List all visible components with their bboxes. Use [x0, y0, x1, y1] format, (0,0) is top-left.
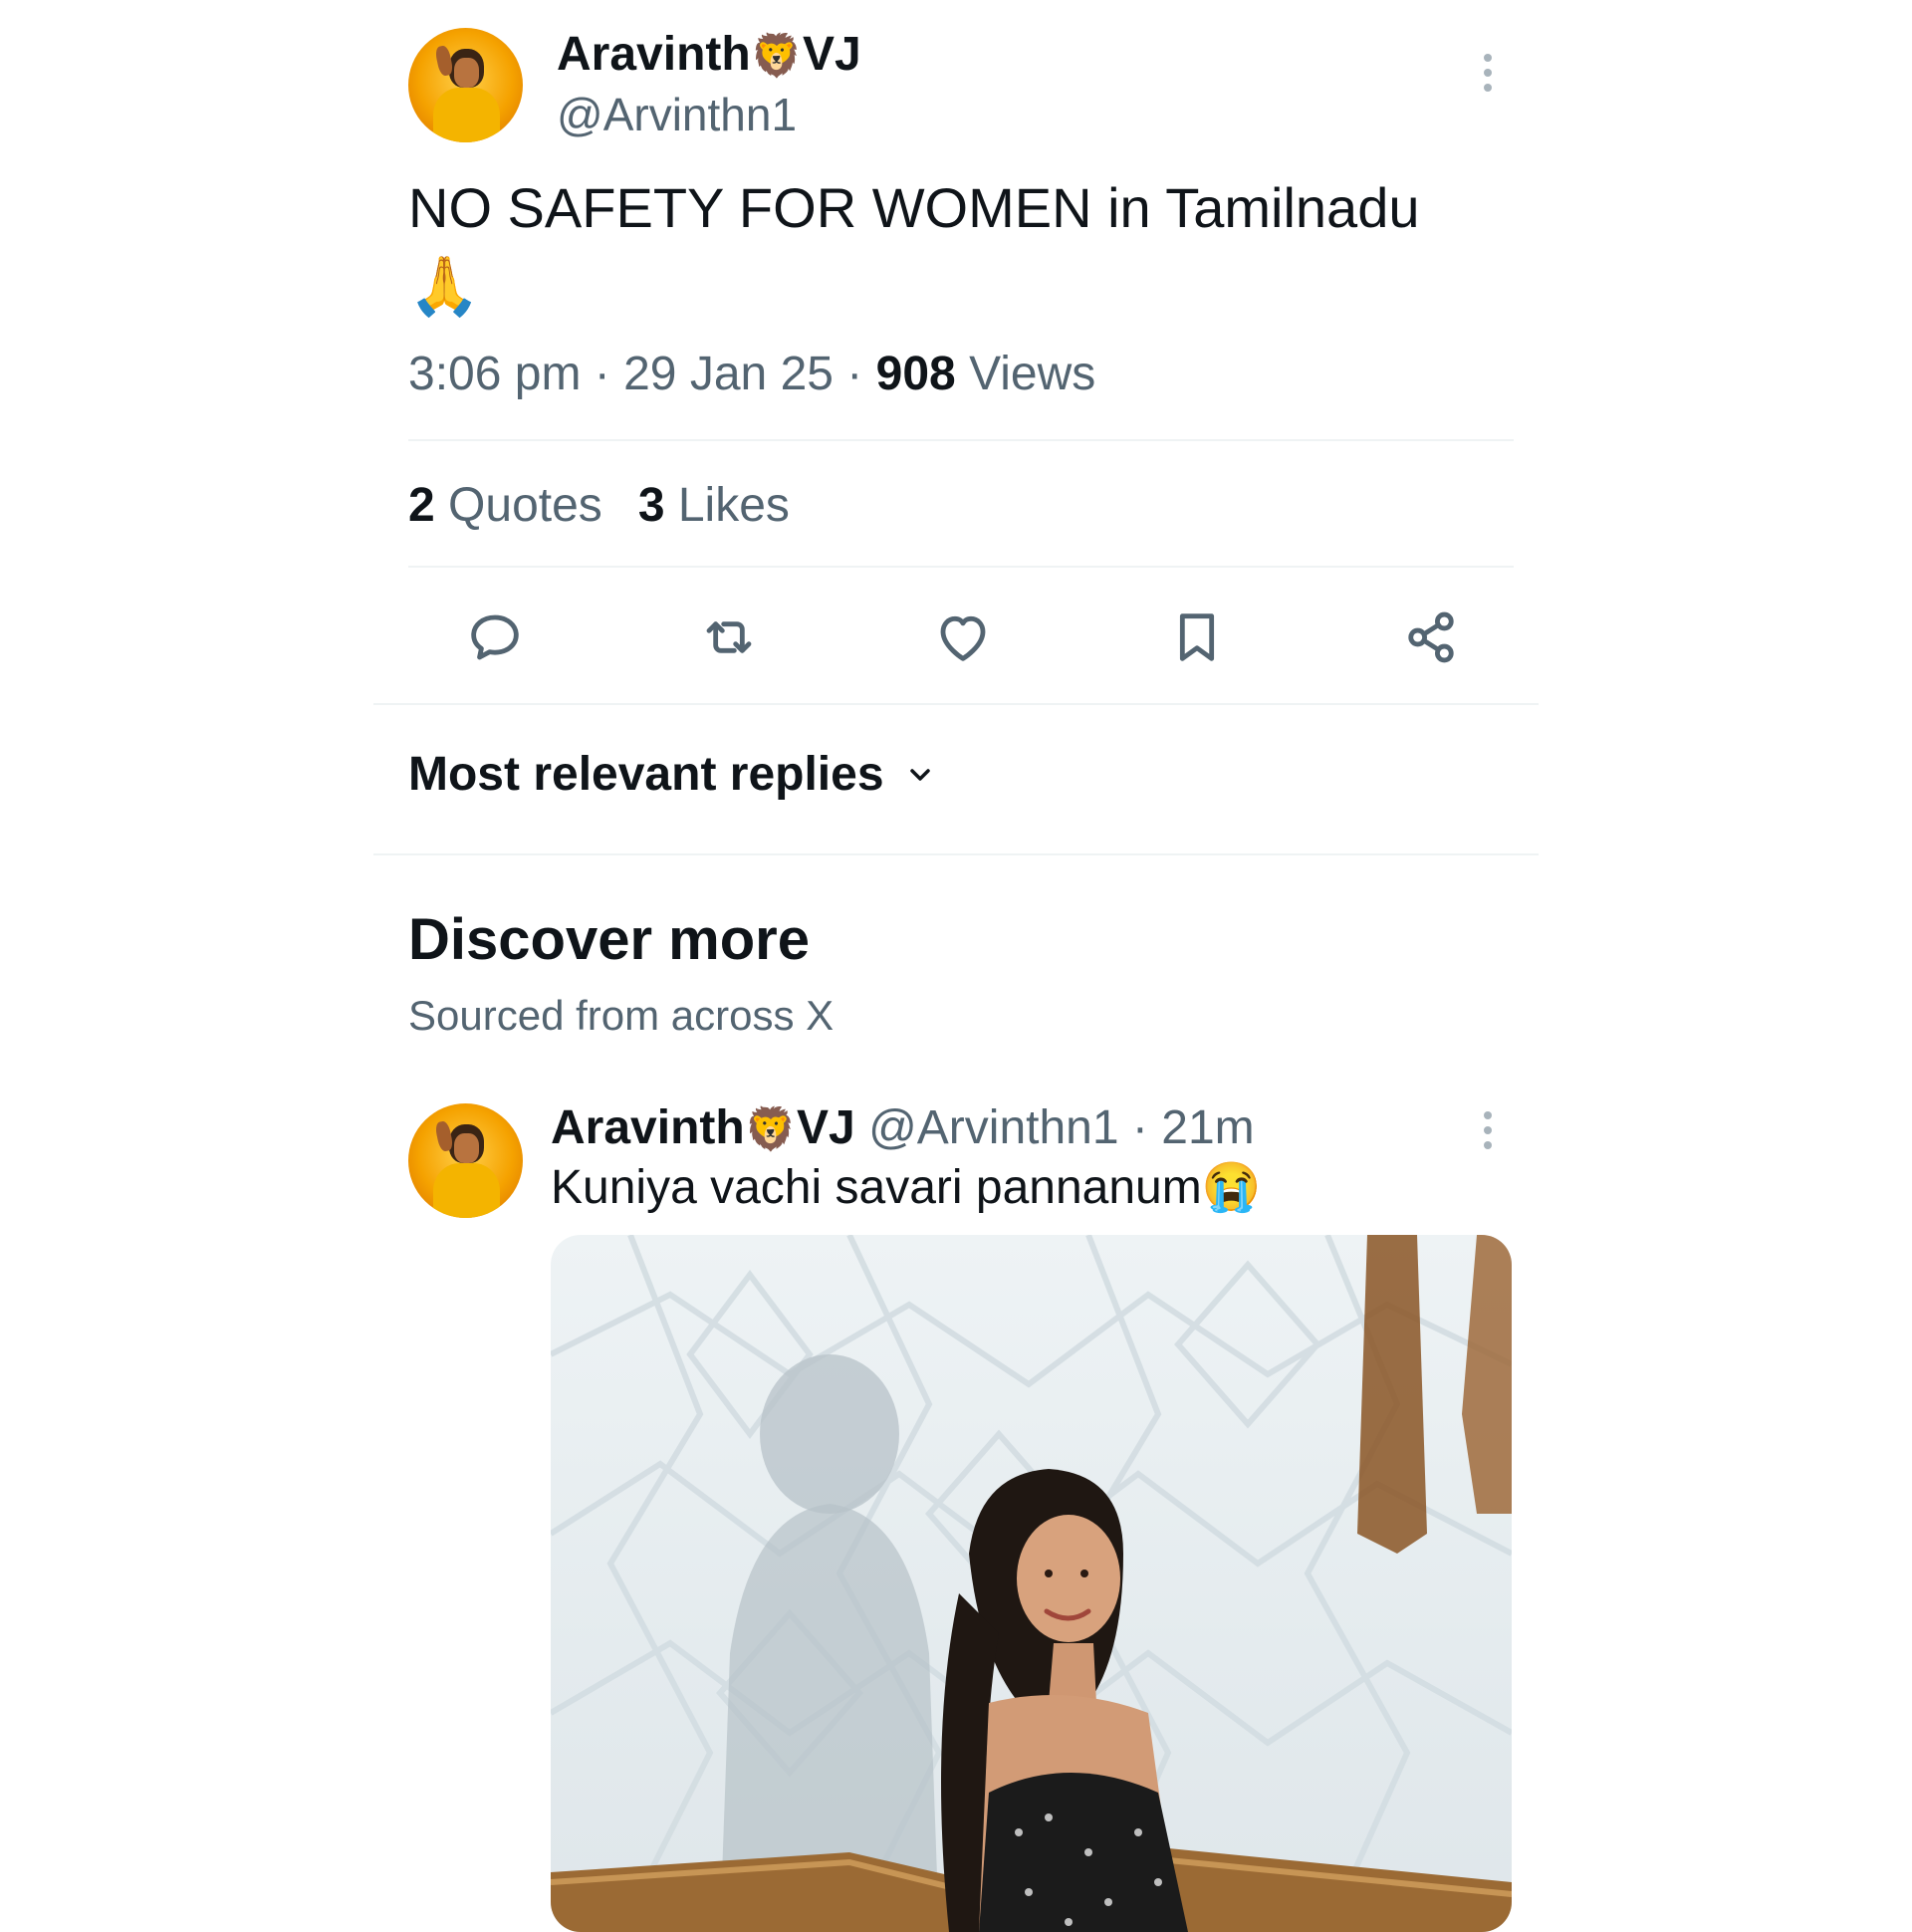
meta-separator: ·	[846, 348, 863, 400]
author-name-text: Aravinth	[557, 28, 751, 81]
views-count: 908	[875, 348, 956, 400]
views-label: Views	[969, 348, 1096, 400]
discover-tweet-text: Kuniya vachi savari pannanum😭	[551, 1159, 1261, 1217]
tweet-date[interactable]: 29 Jan 25	[623, 348, 834, 400]
discover-tweet-photo[interactable]	[551, 1235, 1512, 1932]
divider	[408, 439, 1514, 441]
discover-author-name-suffix: VJ	[797, 1101, 855, 1154]
author-handle[interactable]: @Arvinthn1	[557, 87, 797, 142]
discover-tweet-text-content: Kuniya vachi savari pannanum	[551, 1161, 1202, 1214]
likes-label: Likes	[677, 479, 790, 532]
tweet-detail-column: Aravinth🦁VJ @Arvinthn1 NO SAFETY FOR WOM…	[373, 0, 1539, 1932]
tweet-text: NO SAFETY FOR WOMEN in Tamilnadu	[408, 176, 1420, 239]
meta-separator: ·	[594, 348, 610, 400]
likes-count: 3	[637, 479, 665, 532]
discover-author-handle[interactable]: @Arvinthn1	[868, 1101, 1119, 1154]
likes-stat[interactable]: 3 Likes	[638, 479, 790, 532]
discover-more-heading: Discover more	[408, 907, 810, 972]
divider	[373, 853, 1539, 855]
discover-author-name-text: Aravinth	[551, 1101, 745, 1154]
quotes-stat[interactable]: 2 Quotes	[408, 479, 602, 532]
discover-tweet-header: Aravinth🦁VJ @Arvinthn1 · 21m	[551, 1099, 1255, 1158]
tweet-time[interactable]: 3:06 pm	[408, 348, 581, 400]
discover-author-name[interactable]: Aravinth🦁VJ	[551, 1101, 855, 1154]
replies-sort-dropdown[interactable]: Most relevant replies	[408, 745, 936, 805]
author-name-suffix: VJ	[803, 28, 861, 81]
folded-hands-emoji-icon: 🙏	[408, 252, 481, 320]
retweet-icon[interactable]	[697, 605, 761, 669]
replies-sort-label: Most relevant replies	[408, 748, 884, 801]
quotes-count: 2	[408, 479, 435, 532]
crying-face-emoji-icon: 😭	[1201, 1161, 1262, 1214]
divider	[408, 566, 1514, 568]
reply-icon[interactable]	[463, 605, 527, 669]
tweet-meta: 3:06 pm · 29 Jan 25 · 908 Views	[408, 347, 1095, 402]
discover-more-subtitle: Sourced from across X	[408, 992, 835, 1039]
divider	[373, 703, 1539, 705]
lion-emoji-icon: 🦁	[744, 1105, 797, 1152]
author-avatar[interactable]	[408, 28, 523, 142]
meta-separator: ·	[1131, 1101, 1148, 1154]
share-icon[interactable]	[1399, 605, 1463, 669]
lion-emoji-icon: 🦁	[750, 32, 803, 79]
more-options-icon[interactable]	[1473, 1111, 1503, 1149]
quotes-label: Quotes	[448, 479, 602, 532]
engagement-stats: 2 Quotes 3 Likes	[408, 478, 790, 534]
bookmark-icon[interactable]	[1165, 605, 1229, 669]
author-display-name[interactable]: Aravinth🦁VJ	[557, 26, 861, 85]
discover-tweet-age[interactable]: 21m	[1161, 1101, 1254, 1154]
discover-author-avatar[interactable]	[408, 1103, 523, 1218]
chevron-down-icon	[909, 769, 930, 781]
like-icon[interactable]	[931, 605, 995, 669]
more-options-icon[interactable]	[1473, 54, 1503, 92]
